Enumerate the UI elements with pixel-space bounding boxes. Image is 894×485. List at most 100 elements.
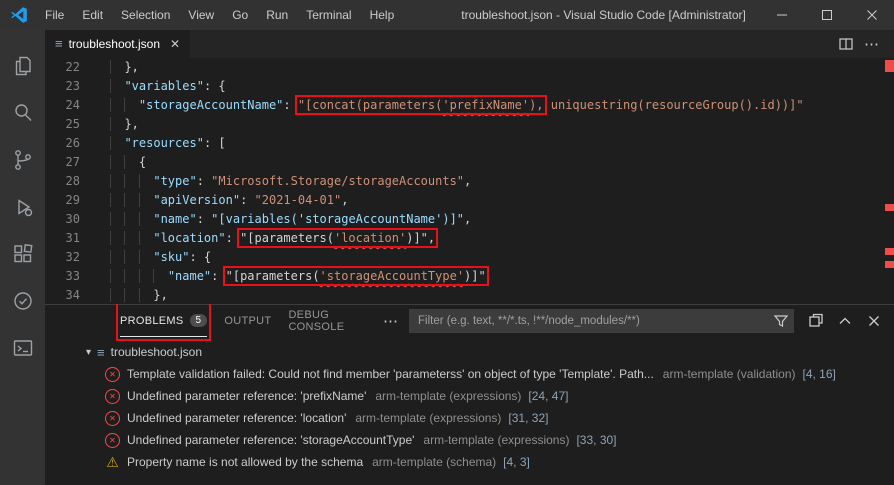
vscode-logo-icon	[10, 6, 28, 24]
code-token: "[concat(parameters(	[298, 98, 443, 112]
overview-ruler[interactable]	[884, 58, 894, 304]
indent-guide	[139, 269, 153, 283]
filter-input[interactable]	[409, 309, 794, 333]
split-editor-icon[interactable]	[838, 36, 854, 52]
code-text: {	[80, 153, 146, 172]
tab-troubleshoot-json[interactable]: ≡ troubleshoot.json ✕	[45, 30, 190, 58]
indent-guide	[110, 98, 124, 112]
maximize-button[interactable]	[804, 0, 849, 30]
tab-output[interactable]: OUTPUT	[224, 306, 271, 337]
code-editor[interactable]: 22 },23 "variables": {24 "storageAccount…	[45, 58, 894, 304]
problem-row[interactable]: ✕Undefined parameter reference: 'storage…	[45, 429, 894, 451]
code-line[interactable]: 22 },	[45, 58, 894, 77]
problems-count-badge: 5	[190, 314, 208, 327]
code-line[interactable]: 23 "variables": {	[45, 77, 894, 96]
problem-message: Template validation failed: Could not fi…	[127, 367, 654, 381]
line-number: 23	[45, 77, 80, 96]
problem-message: Undefined parameter reference: 'prefixNa…	[127, 389, 366, 403]
menu-help[interactable]: Help	[361, 0, 404, 30]
code-line[interactable]: 31 "location": "[parameters('location')]…	[45, 229, 894, 248]
problem-row[interactable]: ✕ Undefined parameter reference: 'prefixN…	[45, 385, 894, 407]
code-token: },	[153, 288, 167, 302]
line-number: 29	[45, 191, 80, 210]
explorer-icon[interactable]	[0, 42, 45, 89]
filter-icon[interactable]	[773, 313, 789, 329]
code-text: "location": "[parameters('location')]",	[80, 229, 435, 248]
code-token: "[parameters(	[240, 231, 334, 245]
panel-layout-icon[interactable]	[808, 313, 824, 329]
close-button[interactable]	[849, 0, 894, 30]
code-line[interactable]: 28 "type": "Microsoft.Storage/storageAcc…	[45, 172, 894, 191]
code-token: "[variables('storageAccountName')]"	[211, 212, 464, 226]
menu-go[interactable]: Go	[223, 0, 257, 30]
code-token: )]"	[464, 269, 486, 283]
menu-selection[interactable]: Selection	[112, 0, 179, 30]
line-number: 30	[45, 210, 80, 229]
error-icon: ✕	[105, 433, 120, 448]
title-bar: File Edit Selection View Go Run Terminal…	[0, 0, 894, 30]
problem-position: [33, 30]	[576, 433, 616, 447]
code-token: :	[240, 193, 254, 207]
error-icon: ✕	[105, 411, 120, 426]
code-token: :	[226, 231, 240, 245]
code-line[interactable]: 25 },	[45, 115, 894, 134]
indent-guide	[110, 136, 124, 150]
line-number: 22	[45, 58, 80, 77]
code-token: "type"	[153, 174, 196, 188]
editor-lines: 22 },23 "variables": {24 "storageAccount…	[45, 58, 894, 304]
code-line[interactable]: 24 "storageAccountName": "[concat(parame…	[45, 96, 894, 115]
code-line[interactable]: 32 "sku": {	[45, 248, 894, 267]
terminal-icon[interactable]	[0, 324, 45, 371]
indent-guide	[110, 60, 124, 74]
testing-icon[interactable]	[0, 277, 45, 324]
vscode-window: File Edit Selection View Go Run Terminal…	[0, 0, 894, 485]
code-token: : [	[204, 136, 226, 150]
close-panel-icon[interactable]	[866, 313, 882, 329]
code-token: ),	[529, 98, 543, 112]
line-number: 33	[45, 267, 80, 286]
problem-source: arm-template (schema)	[372, 455, 496, 469]
panel-more-actions-icon[interactable]: ⋯	[383, 312, 399, 330]
code-text: "type": "Microsoft.Storage/storageAccoun…	[80, 172, 471, 191]
code-text: "resources": [	[80, 134, 226, 153]
code-line[interactable]: 33 "name": "[parameters('storageAccountT…	[45, 267, 894, 286]
menu-edit[interactable]: Edit	[73, 0, 112, 30]
error-mark	[885, 60, 894, 72]
menu-run[interactable]: Run	[257, 0, 297, 30]
indent-guide	[110, 193, 124, 207]
indent-guide	[110, 79, 124, 93]
tab-problems[interactable]: PROBLEMS 5	[120, 305, 207, 337]
menu-view[interactable]: View	[179, 0, 223, 30]
code-line[interactable]: 27 {	[45, 153, 894, 172]
problem-row[interactable]: ✕Undefined parameter reference: 'locatio…	[45, 407, 894, 429]
code-line[interactable]: 34 },	[45, 286, 894, 304]
indent-guide	[139, 250, 153, 264]
run-debug-icon[interactable]	[0, 183, 45, 230]
code-token: "apiVersion"	[153, 193, 240, 207]
code-line[interactable]: 29 "apiVersion": "2021-04-01",	[45, 191, 894, 210]
code-line[interactable]: 30 "name": "[variables('storageAccountNa…	[45, 210, 894, 229]
tab-close-icon[interactable]: ✕	[170, 37, 180, 51]
extensions-icon[interactable]	[0, 230, 45, 277]
chevron-down-icon[interactable]: ▾	[86, 347, 91, 358]
red-annotation-box: "[parameters('location')]",	[240, 231, 435, 245]
minimize-button[interactable]	[759, 0, 804, 30]
code-token: :	[197, 174, 211, 188]
menu-file[interactable]: File	[36, 0, 73, 30]
maximize-panel-icon[interactable]	[837, 313, 853, 329]
indent-guide	[110, 155, 124, 169]
more-actions-icon[interactable]: ⋯	[864, 35, 880, 53]
menu-terminal[interactable]: Terminal	[297, 0, 360, 30]
problem-row[interactable]: ⚠Property name is not allowed by the sch…	[45, 451, 894, 473]
code-line[interactable]: 26 "resources": [	[45, 134, 894, 153]
error-icon: ✕	[105, 389, 120, 404]
problem-message: Property name is not allowed by the sche…	[127, 455, 363, 469]
tab-debug-console[interactable]: DEBUG CONSOLE	[288, 306, 356, 337]
problems-items: ✕ Template validation failed: Could not f…	[45, 363, 894, 473]
source-control-icon[interactable]	[0, 136, 45, 183]
code-token: },	[124, 60, 138, 74]
red-annotation-box: "[concat(parameters('prefixName'),	[298, 98, 544, 112]
problems-file-row[interactable]: ▾ ≡ troubleshoot.json	[45, 341, 894, 363]
problem-row[interactable]: ✕Template validation failed: Could not f…	[45, 363, 894, 385]
search-icon[interactable]	[0, 89, 45, 136]
